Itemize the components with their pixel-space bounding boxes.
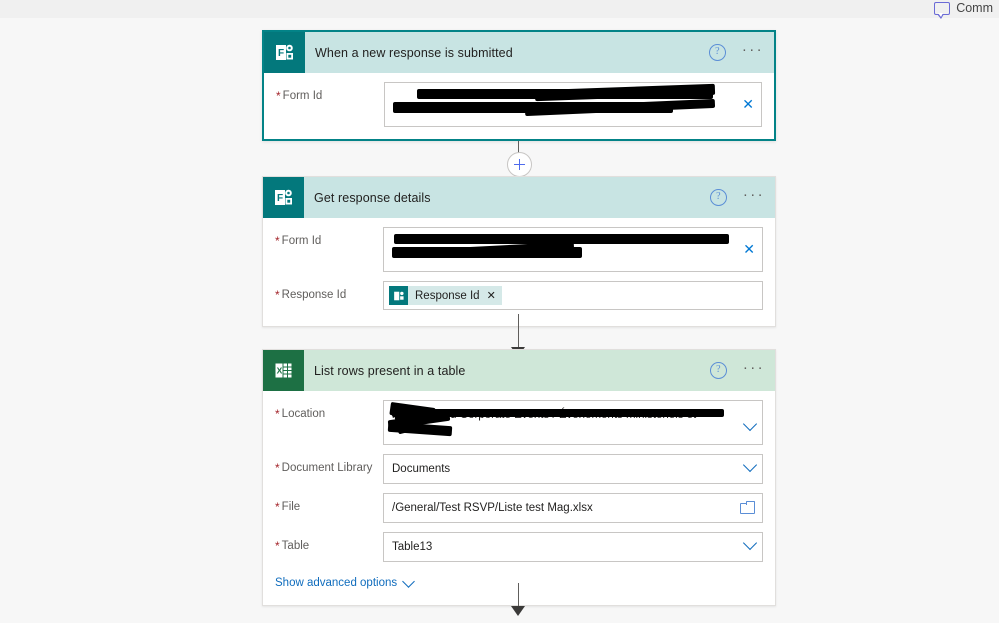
field-row-table: * Table Table13 bbox=[275, 523, 763, 562]
form-id-input[interactable]: ✕ bbox=[383, 227, 763, 272]
svg-text:F: F bbox=[278, 48, 284, 59]
card-header[interactable]: F When a new response is submitted ? ··· bbox=[264, 32, 774, 73]
svg-text:X: X bbox=[277, 366, 283, 376]
card-header[interactable]: F Get response details ? ··· bbox=[263, 177, 775, 218]
help-circle-icon[interactable]: ? bbox=[709, 362, 727, 379]
card-body: *Location inisterial and Corporate Event… bbox=[263, 391, 775, 605]
clear-x-icon[interactable]: ✕ bbox=[743, 242, 755, 256]
chevron-down-icon[interactable] bbox=[742, 535, 758, 551]
field-row-location: *Location inisterial and Corporate Event… bbox=[275, 391, 763, 445]
card-header-actions: ? ··· bbox=[708, 32, 764, 73]
form-id-input[interactable]: ✕ bbox=[384, 82, 762, 127]
flow-connector bbox=[498, 583, 540, 623]
svg-text:F: F bbox=[277, 193, 283, 204]
document-library-dropdown[interactable]: Documents bbox=[383, 454, 763, 484]
flow-canvas: F When a new response is submitted ? ···… bbox=[0, 18, 999, 618]
card-title: When a new response is submitted bbox=[315, 45, 513, 60]
location-dropdown[interactable]: inisterial and Corporate Events / Événem… bbox=[383, 400, 763, 445]
required-asterisk: * bbox=[275, 539, 280, 553]
field-label: * Form Id bbox=[275, 234, 322, 248]
field-label: * Table bbox=[275, 539, 310, 553]
required-asterisk: * bbox=[276, 89, 281, 103]
table-dropdown[interactable]: Table13 bbox=[383, 532, 763, 562]
field-row-form-id: * Form Id ✕ bbox=[276, 73, 762, 127]
chevron-down-icon[interactable] bbox=[742, 457, 758, 473]
microsoft-forms-icon: F bbox=[263, 177, 304, 218]
required-asterisk: * bbox=[275, 288, 280, 302]
required-asterisk: * bbox=[275, 500, 280, 514]
required-asterisk: * bbox=[275, 407, 280, 421]
microsoft-forms-icon: F bbox=[264, 32, 305, 73]
card-body: * Form Id ✕ bbox=[264, 73, 774, 139]
comments-button-label: Comm bbox=[956, 1, 993, 15]
document-library-value: Documents bbox=[392, 463, 451, 475]
dynamic-content-token[interactable]: Response Id ✕ bbox=[389, 286, 502, 305]
top-bar: Comm bbox=[0, 0, 999, 19]
token-label: Response Id bbox=[415, 289, 480, 302]
card-header-actions: ? ··· bbox=[709, 177, 765, 218]
ellipsis-icon[interactable]: ··· bbox=[743, 187, 765, 205]
field-row-file: * File /General/Test RSVP/Liste test Mag.… bbox=[275, 484, 763, 523]
card-title: Get response details bbox=[314, 190, 431, 205]
help-circle-icon[interactable]: ? bbox=[708, 44, 726, 61]
microsoft-excel-icon: X bbox=[263, 350, 304, 391]
card-body: * Form Id ✕ * Response Id Response Id ✕ bbox=[263, 218, 775, 326]
field-label: * File bbox=[275, 500, 301, 514]
ellipsis-icon[interactable]: ··· bbox=[743, 360, 765, 378]
help-circle-icon[interactable]: ? bbox=[709, 189, 727, 206]
chevron-down-icon[interactable] bbox=[742, 416, 758, 432]
card-header[interactable]: X List rows present in a table ? ··· bbox=[263, 350, 775, 391]
flow-step-card-list-rows[interactable]: X List rows present in a table ? ··· * Lo… bbox=[262, 349, 776, 606]
card-title: List rows present in a table bbox=[314, 363, 466, 378]
response-id-input[interactable]: Response Id ✕ bbox=[383, 281, 763, 310]
file-value: /General/Test RSVP/Liste test Mag.xlsx bbox=[392, 502, 593, 514]
field-row-document-library: * Document Library Documents bbox=[275, 445, 763, 484]
table-value: Table13 bbox=[392, 541, 433, 553]
field-label: * Location bbox=[275, 407, 326, 421]
add-step-button[interactable] bbox=[507, 152, 532, 177]
arrow-head-icon bbox=[511, 606, 525, 616]
comments-button[interactable]: Comm bbox=[930, 0, 999, 19]
clear-x-icon[interactable]: ✕ bbox=[742, 97, 754, 111]
folder-icon[interactable] bbox=[740, 501, 755, 514]
field-label: * Response Id bbox=[275, 288, 347, 302]
chevron-down-icon bbox=[402, 574, 415, 588]
required-asterisk: * bbox=[275, 234, 280, 248]
flow-step-card-get-response-details[interactable]: F Get response details ? ··· * Form Id ✕… bbox=[262, 176, 776, 327]
card-header-actions: ? ··· bbox=[709, 350, 765, 391]
field-row-form-id: * Form Id ✕ bbox=[275, 218, 763, 272]
comment-bubble-icon bbox=[934, 1, 951, 19]
field-row-response-id: * Response Id Response Id ✕ bbox=[275, 272, 763, 310]
field-label: * Document Library bbox=[275, 461, 373, 475]
flow-step-card-trigger[interactable]: F When a new response is submitted ? ···… bbox=[262, 30, 776, 141]
file-picker-input[interactable]: /General/Test RSVP/Liste test Mag.xlsx bbox=[383, 493, 763, 523]
field-label: * Form Id bbox=[276, 89, 323, 103]
ellipsis-icon[interactable]: ··· bbox=[742, 42, 764, 60]
show-advanced-options-label: Show advanced options bbox=[275, 577, 398, 589]
required-asterisk: * bbox=[275, 461, 280, 475]
remove-x-icon[interactable]: ✕ bbox=[487, 289, 496, 302]
microsoft-forms-icon bbox=[389, 286, 408, 305]
